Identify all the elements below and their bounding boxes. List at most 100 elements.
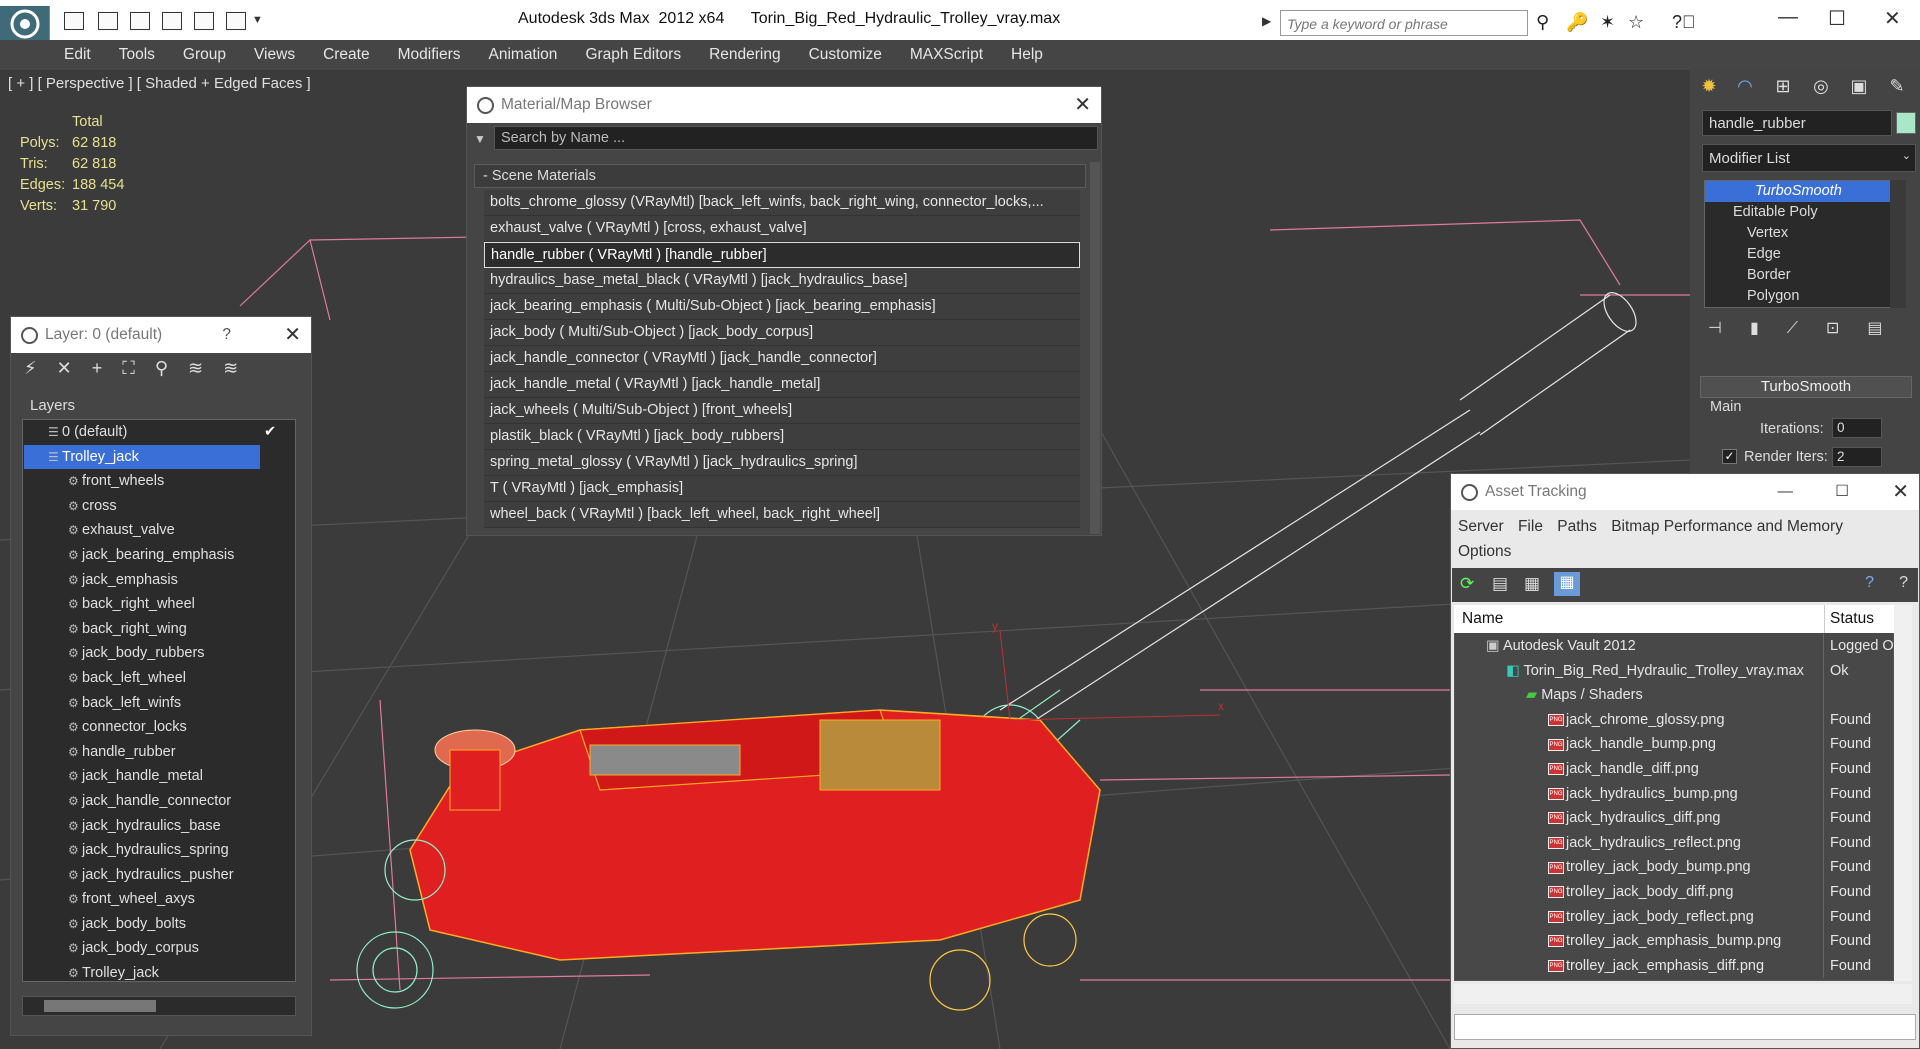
layer-object-row[interactable]: ⚙ jack_bearing_emphasis <box>24 543 292 568</box>
stack-item-editable-poly[interactable]: Editable Poly <box>1705 202 1903 223</box>
asset-path-field[interactable] <box>1454 1014 1916 1040</box>
at-menu-file[interactable]: File <box>1518 518 1543 535</box>
close-icon[interactable]: ✕ <box>1892 474 1909 510</box>
material-item[interactable]: spring_metal_glossy ( VRayMtl ) [jack_hy… <box>484 450 1080 476</box>
close-icon[interactable]: ✕ <box>1884 6 1901 31</box>
delete-layer-icon[interactable]: ✕ <box>57 358 92 378</box>
help-icon[interactable]: ? <box>1865 574 1874 592</box>
material-item[interactable]: jack_handle_metal ( VRayMtl ) [jack_hand… <box>484 372 1080 398</box>
help-tip-icon[interactable]: ? <box>1899 574 1908 592</box>
layer-scroll-thumb[interactable] <box>44 1000 156 1012</box>
project-folder-icon[interactable] <box>226 12 246 30</box>
freeze-all-icon[interactable]: ≋ <box>223 358 258 378</box>
layer-object-row[interactable]: ⚙ back_right_wheel <box>24 592 292 617</box>
viewport-label[interactable]: [ + ] [ Perspective ] [ Shaded + Edged F… <box>8 75 311 92</box>
menu-maxscript[interactable]: MAXScript <box>896 46 997 64</box>
subscription-key-icon[interactable]: 🔑 <box>1566 12 1588 33</box>
hold-icon[interactable] <box>162 12 182 30</box>
stack-item-vertex[interactable]: Vertex <box>1705 223 1903 244</box>
render-iters-spinner[interactable]: 2 <box>1832 447 1882 467</box>
asset-vertical-scrollbar[interactable] <box>1894 605 1912 981</box>
menu-modifiers[interactable]: Modifiers <box>384 46 475 64</box>
asset-row[interactable]: PNG trolley_jack_body_bump.png Found <box>1454 855 1894 880</box>
asset-row[interactable]: PNG trolley_jack_emphasis_diff.png Found <box>1454 953 1894 979</box>
close-icon[interactable]: ✕ <box>284 317 301 353</box>
material-item[interactable]: jack_handle_connector ( VRayMtl ) [jack_… <box>484 346 1080 372</box>
menu-edit[interactable]: Edit <box>50 46 105 64</box>
layer-object-row[interactable]: ⚙ jack_handle_connector <box>24 789 292 814</box>
asset-row[interactable]: PNG trolley_jack_body_diff.png Found <box>1454 879 1894 905</box>
keyword-search-input[interactable]: Type a keyword or phrase <box>1280 10 1528 36</box>
scene-materials-section[interactable]: - Scene Materials <box>474 164 1086 188</box>
asset-horizontal-scrollbar[interactable] <box>1454 984 1912 1004</box>
modify-tab-icon[interactable]: ◠ <box>1732 76 1758 102</box>
material-item[interactable]: plastik_black ( VRayMtl ) [jack_body_rub… <box>484 424 1080 450</box>
asset-row[interactable]: PNG trolley_jack_emphasis_bump.png Found <box>1454 929 1894 954</box>
menu-rendering[interactable]: Rendering <box>695 46 795 64</box>
motion-tab-icon[interactable]: ◎ <box>1808 76 1834 102</box>
menu-animation[interactable]: Animation <box>475 46 572 64</box>
communication-center-icon[interactable]: ✶ <box>1600 12 1615 33</box>
layer-object-row[interactable]: ⚙ Trolley_jack <box>24 961 292 986</box>
thumbnail-view-icon[interactable]: ▦ <box>1524 574 1540 594</box>
render-iters-checkbox[interactable]: ✓ <box>1722 449 1737 464</box>
app-logo-button[interactable] <box>0 6 50 42</box>
hide-all-icon[interactable]: ≋ <box>188 358 223 378</box>
layer-object-row[interactable]: ⚙ back_left_winfs <box>24 691 292 716</box>
asset-row[interactable]: PNG jack_handle_bump.png Found <box>1454 732 1894 757</box>
layer-row-trolley-jack[interactable]: ☰ Trolley_jack <box>24 444 260 470</box>
layer-object-row[interactable]: ⚙ jack_hydraulics_spring <box>24 838 292 863</box>
asset-row[interactable]: PNG trolley_jack_body_reflect.png Found <box>1454 904 1894 930</box>
favorites-star-icon[interactable]: ☆ <box>1628 12 1644 33</box>
maximize-icon[interactable]: ☐ <box>1835 474 1849 510</box>
turbosmooth-rollout-header[interactable]: TurboSmooth <box>1700 376 1912 398</box>
object-name-field[interactable]: handle_rubber <box>1702 110 1892 136</box>
material-item-selected[interactable]: handle_rubber ( VRayMtl ) [handle_rubber… <box>484 242 1080 268</box>
layer-object-row[interactable]: ⚙ handle_rubber <box>24 740 292 765</box>
open-file-icon[interactable] <box>64 12 84 30</box>
highlight-layer-icon[interactable]: ⚲ <box>155 358 188 378</box>
search-expand-icon[interactable]: ▶ <box>1262 14 1271 28</box>
at-menu-bitmap-performance[interactable]: Bitmap Performance and Memory <box>1611 518 1843 535</box>
at-menu-paths[interactable]: Paths <box>1557 518 1597 535</box>
menu-create[interactable]: Create <box>309 46 384 64</box>
layer-object-row[interactable]: ⚙ jack_hydraulics_base <box>24 814 292 839</box>
asset-row[interactable]: ▣ Autodesk Vault 2012 Logged O <box>1454 634 1894 659</box>
material-item[interactable]: jack_bearing_emphasis ( Multi/Sub-Object… <box>484 294 1080 320</box>
layer-object-row[interactable]: ⚙ jack_body_corpus <box>24 936 292 961</box>
stack-item-polygon[interactable]: Polygon <box>1705 286 1903 307</box>
asset-row[interactable]: PNG jack_hydraulics_diff.png Found <box>1454 806 1894 831</box>
minimize-icon[interactable]: — <box>1778 474 1794 510</box>
stack-item-turbosmooth[interactable]: TurboSmooth <box>1705 181 1903 202</box>
modifier-list-dropdown[interactable]: Modifier List ⌄ <box>1702 144 1916 172</box>
save-file-icon[interactable] <box>98 12 118 30</box>
new-scene-icon[interactable] <box>130 12 150 30</box>
menu-help[interactable]: Help <box>997 46 1057 64</box>
asset-row[interactable]: PNG jack_chrome_glossy.png Found <box>1454 707 1894 733</box>
layer-object-row[interactable]: ⚙ front_wheel_axys <box>24 887 292 912</box>
column-status[interactable]: Status <box>1830 610 1874 628</box>
layer-object-row[interactable]: ⚙ front_wheels <box>24 469 292 494</box>
asset-row[interactable]: PNG jack_hydraulics_bump.png Found <box>1454 781 1894 807</box>
quick-access-dropdown-icon[interactable]: ▼ <box>252 14 263 26</box>
at-menu-server[interactable]: Server <box>1458 518 1504 535</box>
material-item[interactable]: jack_wheels ( Multi/Sub-Object ) [front_… <box>484 398 1080 424</box>
stack-item-edge[interactable]: Edge <box>1705 244 1903 265</box>
list-view-icon[interactable]: ▤ <box>1492 574 1508 594</box>
material-search-input[interactable]: Search by Name ... <box>494 126 1098 150</box>
iterations-spinner[interactable]: 0 <box>1832 418 1882 438</box>
asset-row[interactable]: PNG jack_handle_diff.png Found <box>1454 756 1894 782</box>
at-menu-options[interactable]: Options <box>1458 543 1511 560</box>
help-button[interactable]: ? <box>222 317 231 353</box>
refresh-icon[interactable]: ⟳ <box>1460 574 1474 594</box>
create-tab-icon[interactable]: ✹ <box>1696 76 1722 102</box>
menu-tools[interactable]: Tools <box>105 46 169 64</box>
minimize-icon[interactable]: — <box>1778 6 1798 29</box>
layer-object-row[interactable]: ⚙ jack_body_bolts <box>24 912 292 937</box>
table-view-icon[interactable]: ▦ <box>1554 572 1580 596</box>
layer-object-row[interactable]: ⚙ jack_handle_metal <box>24 764 292 789</box>
asset-row[interactable]: ◧ Torin_Big_Red_Hydraulic_Trolley_vray.m… <box>1454 658 1894 684</box>
layer-row-default[interactable]: ☰ 0 (default) ✔ <box>24 420 292 445</box>
asset-tracking-titlebar[interactable]: Asset Tracking — ☐ ✕ <box>1451 474 1919 510</box>
layer-object-row[interactable]: ⚙ jack_emphasis <box>24 568 292 593</box>
